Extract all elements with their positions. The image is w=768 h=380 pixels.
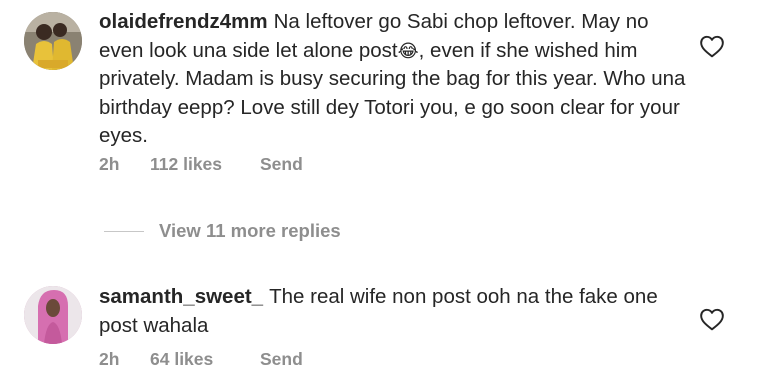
comment-text: olaidefrendz4mm Na leftover go Sabi chop …: [99, 8, 689, 151]
laughing-emoji: 😂: [397, 40, 419, 61]
comment-meta: 2h 64 likes Send: [99, 349, 303, 370]
comment-meta: 2h 112 likes Send: [99, 154, 303, 175]
replies-divider: [104, 230, 144, 232]
comment-username[interactable]: samanth_sweet_: [99, 285, 263, 308]
comment-username[interactable]: olaidefrendz4mm: [99, 10, 268, 33]
avatar[interactable]: [24, 286, 82, 344]
heart-outline-icon[interactable]: [699, 34, 725, 58]
send-button[interactable]: Send: [260, 154, 303, 175]
avatar-image: [24, 286, 82, 344]
comment-likes[interactable]: 112 likes: [150, 154, 260, 175]
avatar[interactable]: [24, 12, 82, 70]
comment-likes[interactable]: 64 likes: [150, 349, 260, 370]
view-more-replies[interactable]: View 11 more replies: [104, 219, 341, 243]
avatar-image: [24, 12, 82, 70]
comment-text: samanth_sweet_ The real wife non post ooh…: [99, 283, 689, 340]
heart-outline-icon[interactable]: [699, 307, 725, 331]
view-more-replies-label[interactable]: View 11 more replies: [159, 220, 341, 242]
comment-time: 2h: [99, 349, 120, 369]
send-button[interactable]: Send: [260, 349, 303, 370]
comment-time: 2h: [99, 154, 120, 174]
